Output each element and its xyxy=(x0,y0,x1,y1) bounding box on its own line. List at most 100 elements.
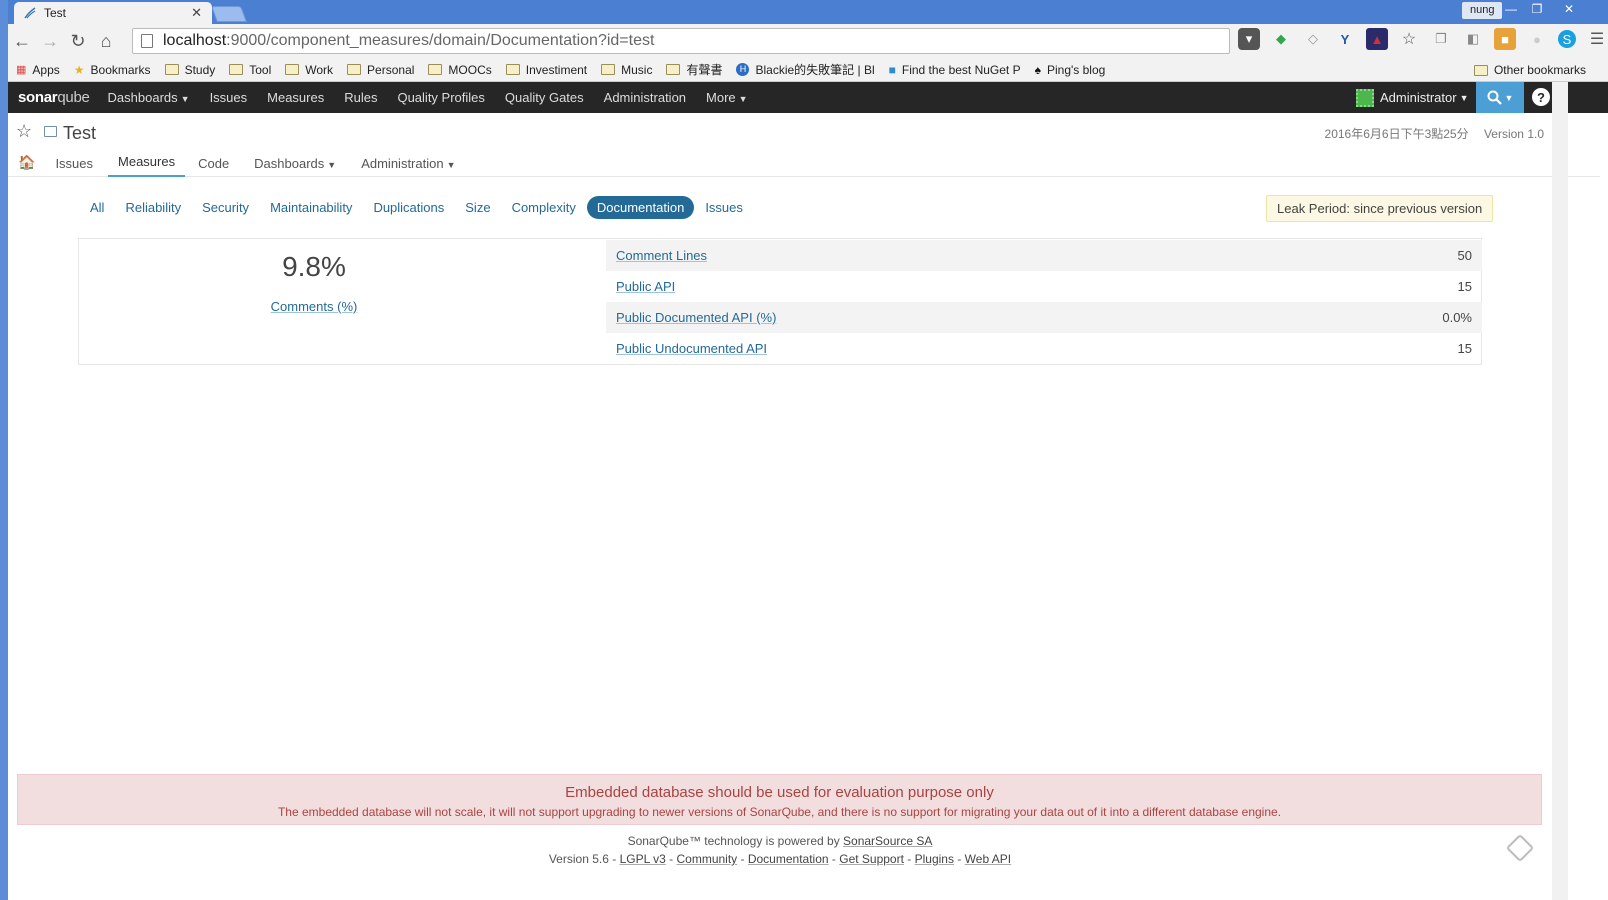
bookmark-pings-blog[interactable]: ♠ Ping's blog xyxy=(1035,63,1106,77)
restore-icon[interactable]: ❐ xyxy=(1524,1,1550,19)
nav-quality-profiles[interactable]: Quality Profiles xyxy=(397,90,484,105)
other-bookmarks[interactable]: Other bookmarks xyxy=(1473,58,1586,82)
nuget-icon: ■ xyxy=(888,62,896,77)
url-path: :9000/component_measures/domain/Document… xyxy=(226,32,655,49)
forward-icon[interactable]: → xyxy=(36,31,64,52)
back-icon[interactable]: ← xyxy=(8,31,36,52)
menu-icon[interactable]: ☰ xyxy=(1586,28,1608,50)
measure-label[interactable]: Public API xyxy=(616,279,675,294)
minimize-icon[interactable]: — xyxy=(1498,1,1524,19)
domain-security[interactable]: Security xyxy=(192,196,259,219)
caret-down-icon: ▼ xyxy=(327,160,337,170)
bookmark-personal[interactable]: Personal xyxy=(347,63,414,77)
close-window-icon[interactable]: ✕ xyxy=(1556,1,1582,19)
copy-icon[interactable]: ❐ xyxy=(1430,28,1452,50)
blog-h-icon: H xyxy=(736,63,750,76)
home-icon[interactable]: ⌂ xyxy=(92,31,120,52)
reader-icon[interactable]: ◧ xyxy=(1462,28,1484,50)
footer-link-documentation[interactable]: Documentation xyxy=(748,852,829,866)
domain-reliability[interactable]: Reliability xyxy=(115,196,191,219)
table-row: Comment Lines 50 xyxy=(606,240,1482,271)
project-name[interactable]: Test xyxy=(63,123,96,144)
feedly-icon[interactable]: ◆ xyxy=(1270,28,1292,50)
footer-link-license[interactable]: LGPL v3 xyxy=(620,852,666,866)
y-extension-icon[interactable]: Y xyxy=(1334,28,1356,50)
sonarqube-favicon-icon xyxy=(24,7,36,19)
profile-name[interactable]: nung xyxy=(1462,2,1503,19)
nav-issues[interactable]: Issues xyxy=(210,90,248,105)
domain-all[interactable]: All xyxy=(80,196,114,219)
browser-tab[interactable]: Test ✕ xyxy=(14,2,212,24)
footer-link-web-api[interactable]: Web API xyxy=(965,852,1011,866)
folder-icon xyxy=(347,64,362,75)
project-header: ☆ Test 2016年6月6日下午3點25分 Version 1.0 🏠 Is… xyxy=(8,113,1600,177)
measure-label[interactable]: Public Undocumented API xyxy=(616,341,767,356)
nav-administration[interactable]: Administration xyxy=(604,90,686,105)
footer-link-support[interactable]: Get Support xyxy=(839,852,904,866)
folder-icon xyxy=(601,64,616,75)
caret-down-icon: ▼ xyxy=(446,160,456,170)
bookmark-blackie[interactable]: H Blackie的失敗筆記 | Bl xyxy=(736,61,875,78)
footer-links: Version 5.6 - LGPL v3 - Community - Docu… xyxy=(548,852,1012,866)
tab-code[interactable]: Code xyxy=(198,156,229,177)
skype-icon[interactable]: S xyxy=(1558,30,1576,48)
nav-more[interactable]: More ▼ xyxy=(706,90,748,105)
bookmark-apps[interactable]: ▦ Apps xyxy=(16,63,60,77)
warning-title: Embedded database should be used for eva… xyxy=(565,784,994,801)
caret-down-icon: ▼ xyxy=(738,94,748,104)
nav-measures[interactable]: Measures xyxy=(267,90,324,105)
domain-issues[interactable]: Issues xyxy=(695,196,753,219)
domain-maintainability[interactable]: Maintainability xyxy=(260,196,362,219)
user-menu[interactable]: Administrator ▼ xyxy=(1356,82,1469,113)
bookmark-work[interactable]: Work xyxy=(285,63,333,77)
bookmark-study[interactable]: Study xyxy=(164,63,215,77)
bookmark-tool[interactable]: Tool xyxy=(229,63,271,77)
pocket-icon[interactable]: ▾ xyxy=(1238,28,1260,50)
address-bar[interactable]: localhost :9000/component_measures/domai… xyxy=(132,28,1230,54)
scrollbar[interactable] xyxy=(1552,82,1568,900)
project-icon xyxy=(44,126,57,137)
tab-issues[interactable]: Issues xyxy=(55,156,93,177)
tab-dashboards[interactable]: Dashboards ▼ xyxy=(254,156,336,177)
measures-table: Comment Lines 50 Public API 15 Public Do… xyxy=(606,240,1482,364)
search-button[interactable]: ▼ xyxy=(1476,82,1524,113)
bookmark-music[interactable]: Music xyxy=(601,63,652,77)
reload-icon[interactable]: ↻ xyxy=(64,31,92,52)
bookmark-moocs[interactable]: MOOCs xyxy=(428,63,492,77)
extension-diamond-icon[interactable]: ◇ xyxy=(1302,28,1324,50)
domain-documentation[interactable]: Documentation xyxy=(586,196,695,219)
bookmark-star-icon[interactable]: ☆ xyxy=(1398,28,1420,50)
honey-icon[interactable]: ■ xyxy=(1494,28,1516,50)
dark-extension-icon[interactable]: ▲ xyxy=(1366,28,1388,50)
nav-rules[interactable]: Rules xyxy=(344,90,377,105)
bookmark-audiobooks[interactable]: 有聲書 xyxy=(666,61,722,78)
domain-size[interactable]: Size xyxy=(455,196,500,219)
circle-extension-icon[interactable]: ● xyxy=(1526,28,1548,50)
tab-administration[interactable]: Administration ▼ xyxy=(361,156,455,177)
sonarqube-logo[interactable]: sonarqube xyxy=(18,89,90,106)
tab-measures[interactable]: Measures xyxy=(108,154,186,177)
main-measure-label[interactable]: Comments (%) xyxy=(79,299,549,314)
tab-close-icon[interactable]: ✕ xyxy=(191,5,202,21)
bookmark-investiment[interactable]: Investiment xyxy=(505,63,587,77)
measure-value: 50 xyxy=(1457,248,1472,263)
bookmark-bookmarks[interactable]: ★ Bookmarks xyxy=(74,63,151,77)
nav-dashboards[interactable]: Dashboards ▼ xyxy=(108,90,190,105)
home-icon[interactable]: 🏠 xyxy=(18,154,35,177)
folder-icon xyxy=(164,64,179,75)
measure-label[interactable]: Public Documented API (%) xyxy=(616,310,776,325)
help-icon[interactable]: ? xyxy=(1532,88,1550,106)
domain-duplications[interactable]: Duplications xyxy=(363,196,454,219)
table-row: Public Documented API (%) 0.0% xyxy=(606,302,1482,333)
footer-link-community[interactable]: Community xyxy=(676,852,737,866)
measure-label[interactable]: Comment Lines xyxy=(616,248,707,263)
favorite-star-icon[interactable]: ☆ xyxy=(16,121,32,142)
footer-link-plugins[interactable]: Plugins xyxy=(915,852,954,866)
sonarsource-link[interactable]: SonarSource SA xyxy=(843,834,932,848)
new-tab-button[interactable] xyxy=(211,6,247,22)
nav-quality-gates[interactable]: Quality Gates xyxy=(505,90,584,105)
bookmarks-bar: ▦ Apps ★ Bookmarks Study Tool Work Persona… xyxy=(8,58,1608,82)
bookmark-nuget[interactable]: ■ Find the best NuGet P xyxy=(889,63,1021,77)
domain-complexity[interactable]: Complexity xyxy=(502,196,586,219)
spade-icon: ♠ xyxy=(1034,62,1041,77)
